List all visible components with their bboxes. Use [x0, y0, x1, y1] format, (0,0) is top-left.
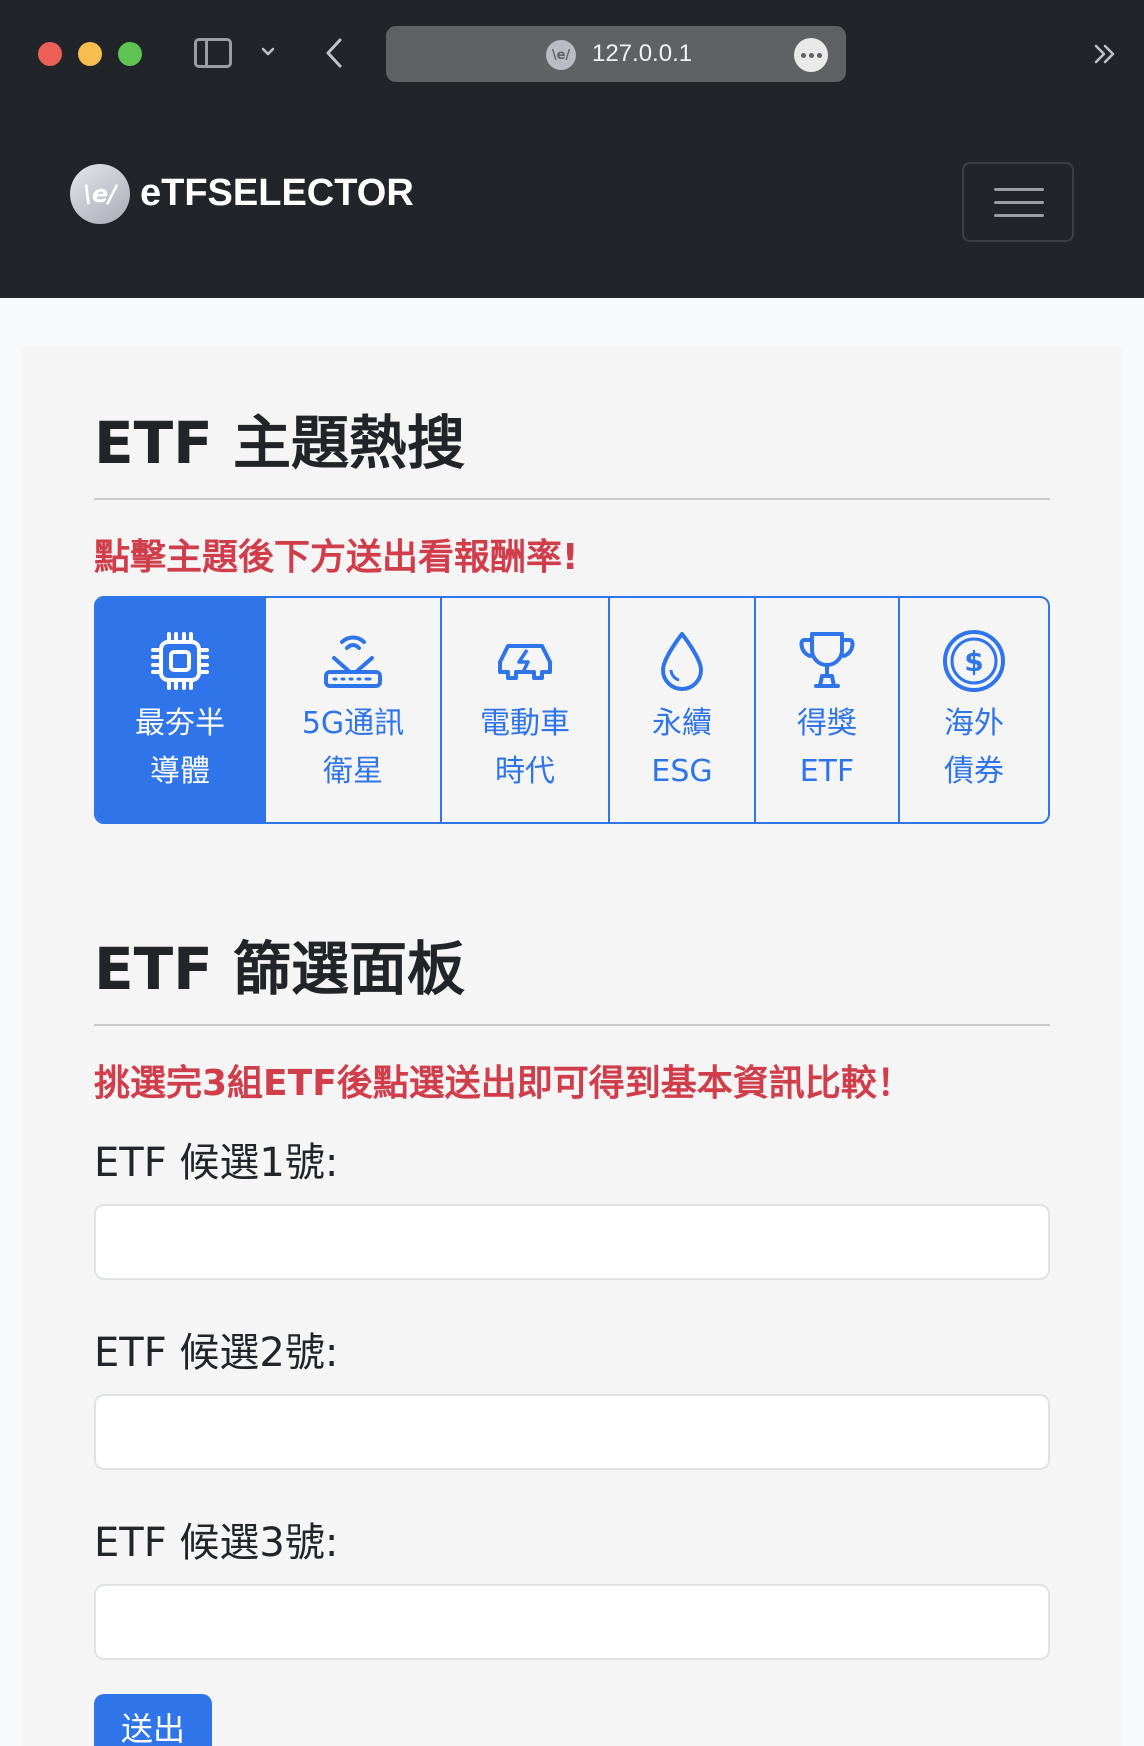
candidate-1-label: ETF 候選1號: [94, 1140, 339, 1186]
theme-button-5g[interactable]: 5G通訊 衛星 [266, 598, 442, 822]
minimize-window-button[interactable] [78, 42, 102, 66]
site-favicon-icon: \e/ [546, 40, 576, 70]
svg-text:$: $ [964, 645, 983, 678]
more-options-icon[interactable] [794, 38, 828, 72]
theme-label: 電動車 時代 [480, 706, 570, 789]
filter-section-hint: 挑選完3組ETF後點選送出即可得到基本資訊比較！ [94, 1063, 913, 1104]
trophy-icon [799, 632, 855, 688]
dollar-coin-icon: $ [943, 630, 1005, 692]
chevron-down-icon[interactable] [260, 44, 276, 60]
theme-button-overseas-bond[interactable]: $ 海外 債券 [900, 598, 1048, 822]
droplet-icon [661, 632, 703, 691]
ev-car-icon [498, 644, 552, 680]
theme-label: 最夯半 導體 [135, 706, 225, 789]
candidate-2-input[interactable] [94, 1394, 1050, 1470]
close-window-button[interactable] [38, 42, 62, 66]
theme-button-group: 最夯半 導體 5G通訊 衛星 電動車 時代 永續 ESG 得獎 ETF $ 海外… [94, 596, 1050, 824]
theme-section-hint: 點擊主題後下方送出看報酬率! [94, 537, 579, 578]
theme-button-ev[interactable]: 電動車 時代 [442, 598, 610, 822]
address-bar[interactable]: \e/ 127.0.0.1 [386, 26, 846, 82]
divider [94, 498, 1050, 500]
theme-label: 永續 ESG [651, 706, 713, 789]
theme-label: 海外 債券 [944, 706, 1004, 789]
cpu-icon [151, 632, 209, 690]
candidate-1-input[interactable] [94, 1204, 1050, 1280]
double-chevron-right-icon[interactable] [1092, 42, 1118, 66]
url-text: 127.0.0.1 [592, 40, 693, 67]
brand-name[interactable]: eTFSELECTOR [140, 172, 414, 215]
divider [94, 1024, 1050, 1026]
theme-button-award[interactable]: 得獎 ETF [756, 598, 900, 822]
brand-logo-icon[interactable]: \e/ [70, 164, 130, 224]
candidate-2-label: ETF 候選2號: [94, 1330, 339, 1376]
theme-label: 5G通訊 衛星 [301, 706, 405, 789]
navbar-toggler-button[interactable] [962, 162, 1074, 242]
site-navbar: \e/ eTFSELECTOR [0, 108, 1144, 298]
theme-button-esg[interactable]: 永續 ESG [610, 598, 756, 822]
theme-label: 得獎 ETF [797, 706, 857, 789]
candidate-3-input[interactable] [94, 1584, 1050, 1660]
back-arrow-icon[interactable] [322, 36, 346, 70]
main-card: ETF 主題熱搜 點擊主題後下方送出看報酬率! 最夯半 導體 5G通訊 衛星 電… [22, 346, 1122, 1746]
submit-button[interactable]: 送出 [94, 1694, 212, 1746]
theme-section-title: ETF 主題熱搜 [94, 409, 465, 477]
router-icon [324, 635, 382, 688]
candidate-3-label: ETF 候選3號: [94, 1520, 339, 1566]
zoom-window-button[interactable] [118, 42, 142, 66]
filter-section-title: ETF 篩選面板 [94, 935, 465, 1003]
browser-toolbar: \e/ 127.0.0.1 [0, 0, 1144, 108]
sidebar-toggle-icon[interactable] [194, 38, 232, 68]
theme-button-semiconductor[interactable]: 最夯半 導體 [96, 598, 266, 822]
